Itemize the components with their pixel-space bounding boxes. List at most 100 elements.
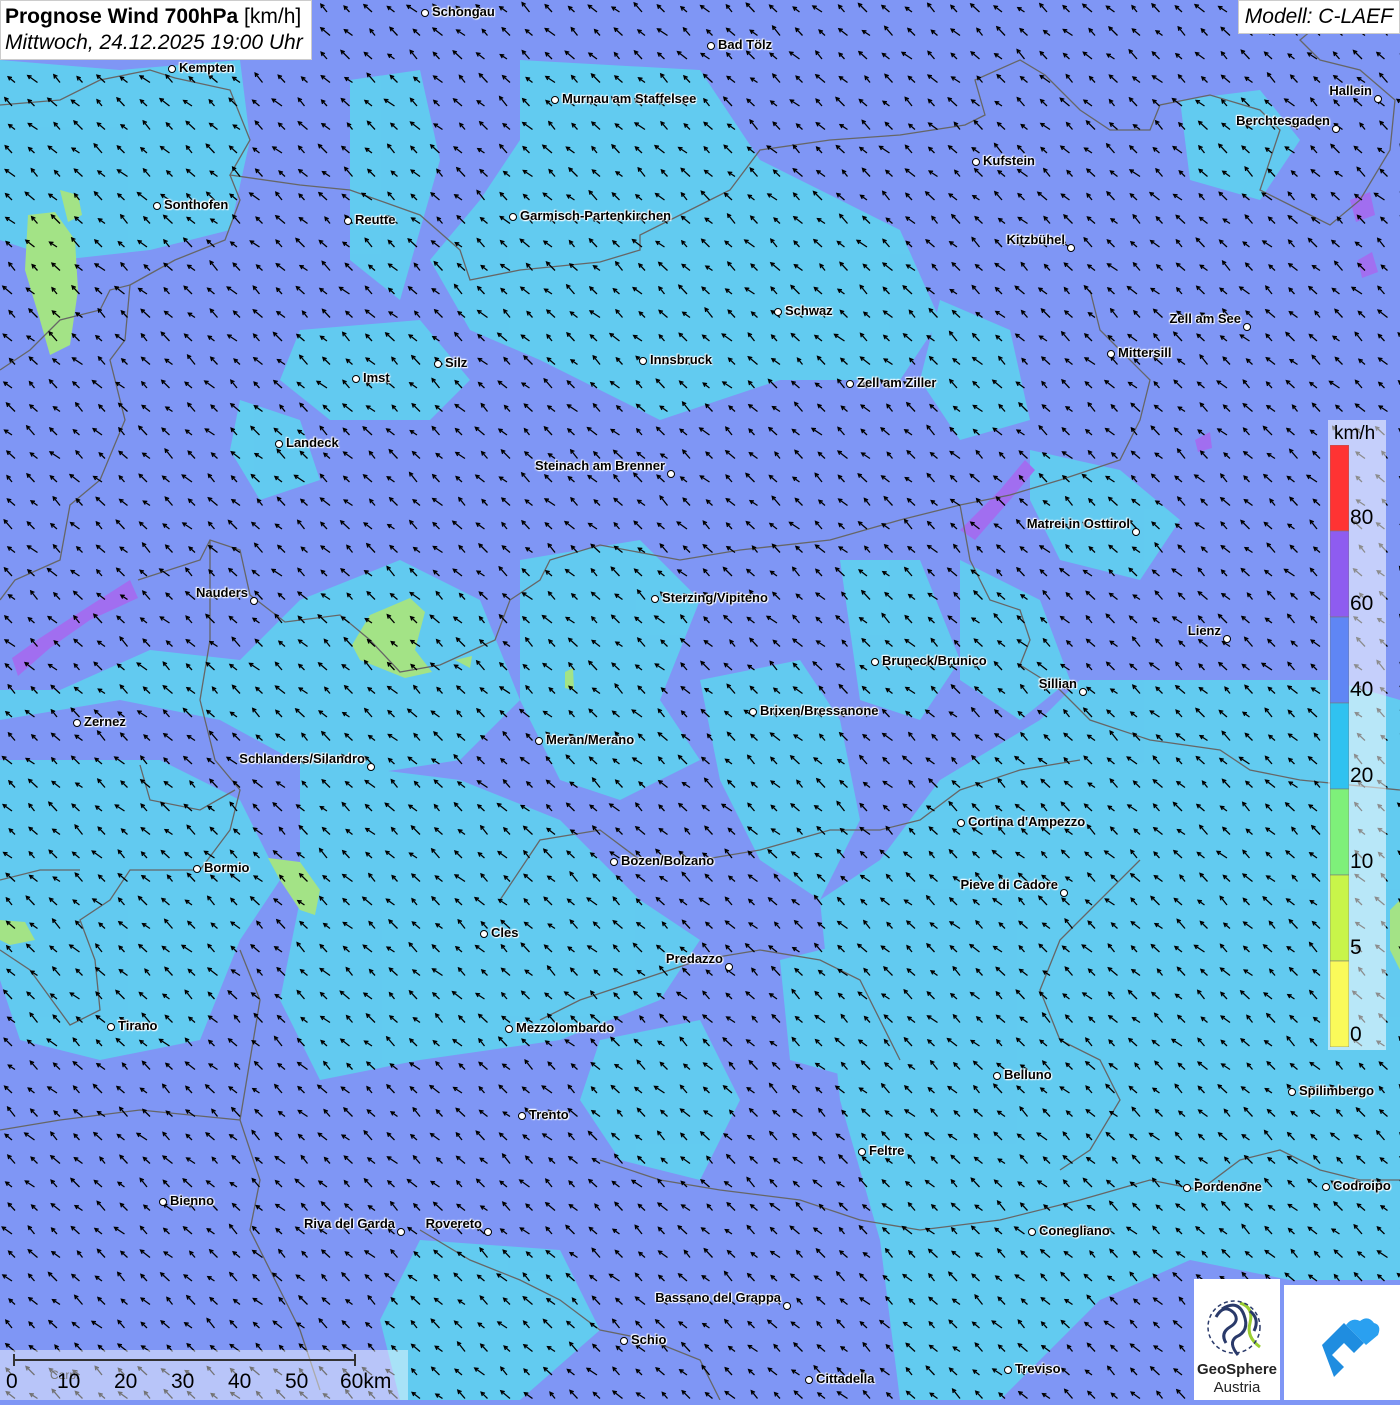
city-marker [480, 930, 488, 938]
forecast-datetime: Mittwoch, 24.12.2025 19:00 Uhr [5, 31, 303, 55]
city-marker [159, 1198, 167, 1206]
legend-tick-label: 0 [1350, 1023, 1362, 1047]
city-label: Steinach am Brenner [535, 458, 665, 473]
city-label: Schongau [432, 4, 495, 19]
city-marker [957, 819, 965, 827]
city-label: Treviso [1015, 1361, 1061, 1376]
city-label: Mittersill [1118, 345, 1171, 360]
scale-bar-label: 60km [340, 1370, 391, 1394]
city-marker [193, 865, 201, 873]
city-label: Silz [445, 355, 467, 370]
scale-bar-label: 10 [57, 1370, 80, 1394]
city-marker [535, 737, 543, 745]
city-label: Schwaz [785, 303, 833, 318]
city-label: Feltre [869, 1143, 904, 1158]
city-label: Schlanders/Silandro [239, 751, 365, 766]
geosphere-logo-name: GeoSphere [1194, 1361, 1280, 1378]
city-label: Pordenone [1194, 1179, 1262, 1194]
city-marker [1322, 1183, 1330, 1191]
scale-bar-label: 50 [285, 1370, 308, 1394]
city-label: Bassano del Grappa [655, 1290, 781, 1305]
legend-color-segment [1330, 617, 1349, 703]
city-marker [707, 42, 715, 50]
city-marker [1060, 889, 1068, 897]
city-label: Bormio [204, 860, 250, 875]
city-marker [1079, 688, 1087, 696]
city-label: Bienno [170, 1193, 214, 1208]
city-marker [107, 1023, 115, 1031]
legend-color-segment [1330, 703, 1349, 789]
city-marker [1028, 1228, 1036, 1236]
legend-color-segment [1330, 875, 1349, 961]
scale-bar: Carpi 0102030405060km [0, 1350, 408, 1400]
color-legend: km/h 806040201050 [1328, 420, 1386, 1050]
title-box: Prognose Wind 700hPa [km/h] Mittwoch, 24… [0, 0, 312, 60]
legend-tick-label: 40 [1350, 678, 1373, 702]
city-marker [774, 308, 782, 316]
city-marker [153, 202, 161, 210]
city-label: Tirano [118, 1018, 158, 1033]
app-logo-icon [1284, 1285, 1400, 1400]
city-marker [168, 65, 176, 73]
model-label: Modell: C-LAEF [1238, 0, 1400, 34]
legend-color-segment [1330, 789, 1349, 875]
city-label: Reutte [355, 212, 395, 227]
city-label: Kufstein [983, 153, 1035, 168]
map-title-bold: Prognose Wind 700hPa [5, 5, 238, 28]
city-marker [1243, 323, 1251, 331]
app-logo [1284, 1285, 1400, 1400]
city-marker [344, 217, 352, 225]
city-label: Spilimbergo [1299, 1083, 1374, 1098]
city-marker [805, 1376, 813, 1384]
scale-bar-label: 0 [6, 1370, 18, 1394]
city-label: Predazzo [666, 951, 723, 966]
city-label: Cortina d'Ampezzo [968, 814, 1085, 829]
city-label: Sillian [1039, 676, 1077, 691]
city-marker [610, 858, 618, 866]
city-marker [858, 1148, 866, 1156]
city-marker [509, 213, 517, 221]
legend-tick-label: 80 [1350, 506, 1373, 530]
legend-tick-label: 10 [1350, 850, 1373, 874]
city-marker [749, 708, 757, 716]
city-marker [551, 96, 559, 104]
city-label: Pieve di Cadore [960, 877, 1058, 892]
city-label: Schio [631, 1332, 666, 1347]
city-marker [367, 763, 375, 771]
city-marker [397, 1228, 405, 1236]
city-label: Zell am See [1169, 311, 1241, 326]
city-label: Trento [529, 1107, 569, 1122]
city-label: Lienz [1188, 623, 1221, 638]
city-label: Meran/Merano [546, 732, 634, 747]
city-label: Bozen/Bolzano [621, 853, 714, 868]
geosphere-logo: GeoSphere Austria [1194, 1279, 1280, 1400]
geosphere-logo-icon [1194, 1287, 1280, 1367]
map-title-unit: [km/h] [244, 5, 301, 28]
city-marker [783, 1302, 791, 1310]
city-label: Sonthofen [164, 197, 228, 212]
city-label: Murnau am Staffelsee [562, 91, 696, 106]
city-marker [871, 658, 879, 666]
city-label: Belluno [1004, 1067, 1052, 1082]
city-marker [434, 360, 442, 368]
city-label: Riva del Garda [304, 1216, 395, 1231]
city-label: Imst [363, 370, 390, 385]
scale-bar-label: 40 [228, 1370, 251, 1394]
city-marker [1288, 1088, 1296, 1096]
legend-tick-label: 5 [1350, 936, 1362, 960]
city-label: Kitzbühel [1007, 232, 1066, 247]
city-label: Conegliano [1039, 1223, 1110, 1238]
city-marker [651, 595, 659, 603]
city-marker [1374, 95, 1382, 103]
scale-bar-label: 30 [171, 1370, 194, 1394]
city-marker [518, 1112, 526, 1120]
city-marker [1067, 244, 1075, 252]
city-label: Zernez [84, 714, 126, 729]
legend-tick-label: 20 [1350, 764, 1373, 788]
scale-bar-label: 20 [114, 1370, 137, 1394]
city-label: Bad Tölz [718, 37, 772, 52]
legend-color-segment [1330, 531, 1349, 617]
map-title: Prognose Wind 700hPa [km/h] [5, 5, 303, 29]
city-marker [725, 963, 733, 971]
city-marker [620, 1337, 628, 1345]
